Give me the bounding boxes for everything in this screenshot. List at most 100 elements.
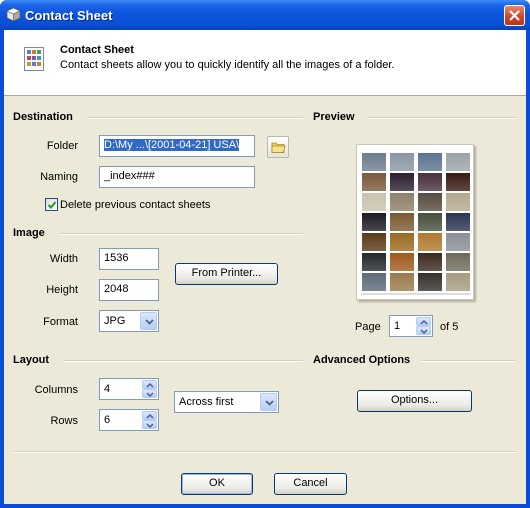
arrow-up-icon [146,383,154,388]
preview-thumbnail [390,153,414,171]
preview-footer [361,293,471,295]
arrow-down-icon [146,423,154,428]
image-separator [60,233,303,235]
rows-label: Rows [50,415,78,427]
preview-thumbnail [446,253,470,271]
folder-value: D:\My ...\[2001-04-21] USA\ [104,139,240,151]
delete-previous-label[interactable]: Delete previous contact sheets [60,199,210,211]
folder-label: Folder [46,140,78,152]
page-value: 1 [394,320,401,332]
preview-thumbnail [362,273,386,291]
order-select[interactable]: Across first [174,391,279,413]
order-dropdown-button[interactable] [260,393,277,411]
preview-thumbnail [390,253,414,271]
preview-thumbnail [390,173,414,191]
width-label: Width [49,253,78,265]
contact-sheet-icon [24,47,44,71]
preview-thumbnail [418,153,442,171]
naming-input[interactable]: _index### [99,166,255,188]
page-spinner[interactable]: 1 [389,315,433,337]
ok-button[interactable]: OK [181,473,253,495]
advanced-options-separator [422,360,516,362]
preview-thumbnail [390,193,414,211]
preview-thumbnail [390,213,414,231]
page-label: Page [355,321,381,333]
arrow-down-icon [146,392,154,397]
format-dropdown-button[interactable] [140,312,157,330]
preview-thumbnail [418,173,442,191]
destination-section-title: Destination [13,111,73,123]
preview-thumbnail [418,193,442,211]
footer-separator [14,451,516,453]
contact-sheet-preview [356,144,474,300]
from-printer-button[interactable]: From Printer... [175,263,278,285]
preview-thumbnail [418,233,442,251]
rows-increment-button[interactable] [142,411,157,420]
close-button[interactable] [504,5,525,26]
preview-thumbnail [362,173,386,191]
preview-thumbnail [446,153,470,171]
preview-thumbnail [390,233,414,251]
preview-thumbnail [362,233,386,251]
contact-sheet-window: Contact Sheet Contact Sheet Contact shee… [0,0,530,508]
preview-thumbnail [362,213,386,231]
checkmark-icon [47,201,57,209]
preview-thumbnail [446,173,470,191]
preview-thumbnail [418,273,442,291]
columns-spinner[interactable]: 4 [99,378,159,400]
header-title: Contact Sheet [60,44,134,56]
height-label: Height [46,284,78,296]
rows-spinner[interactable]: 6 [99,409,159,431]
preview-thumbnail [362,193,386,211]
dialog-header: Contact Sheet Contact sheets allow you t… [4,30,526,96]
preview-thumbnail [390,273,414,291]
preview-separator [367,117,516,119]
arrow-up-icon [146,414,154,419]
image-section-title: Image [13,227,45,239]
columns-increment-button[interactable] [142,380,157,389]
columns-label: Columns [34,384,78,396]
page-decrement-button[interactable] [416,326,431,335]
chevron-down-icon [145,319,154,325]
order-value: Across first [179,396,234,408]
page-increment-button[interactable] [416,317,431,326]
dialog-body: Contact Sheet Contact sheets allow you t… [4,30,526,504]
preview-thumbnail [418,253,442,271]
preview-thumbnail [418,213,442,231]
chevron-down-icon [265,400,274,406]
height-input[interactable]: 2048 [99,279,159,301]
advanced-options-section-title: Advanced Options [313,354,411,366]
format-select[interactable]: JPG [99,310,159,332]
close-icon [509,10,520,21]
rows-value: 6 [104,414,111,426]
header-description: Contact sheets allow you to quickly iden… [60,59,395,71]
preview-section-title: Preview [313,111,355,123]
options-button[interactable]: Options... [357,390,472,412]
columns-decrement-button[interactable] [142,389,157,398]
title-bar[interactable]: Contact Sheet [0,0,530,30]
layout-separator [64,360,303,362]
columns-value: 4 [104,383,111,395]
cube-icon [6,7,21,22]
cancel-button[interactable]: Cancel [274,473,347,495]
naming-label: Naming [40,171,78,183]
width-input[interactable]: 1536 [99,248,159,270]
layout-section-title: Layout [13,354,50,366]
rows-decrement-button[interactable] [142,420,157,429]
delete-previous-checkbox[interactable] [45,198,58,211]
arrow-down-icon [420,329,428,334]
format-value: JPG [104,315,126,327]
preview-thumbnail [446,233,470,251]
preview-thumbnail [446,193,470,211]
page-count-label: of 5 [440,321,459,333]
browse-folder-button[interactable] [267,136,289,158]
window-title: Contact Sheet [25,8,113,23]
preview-thumbnail [362,253,386,271]
format-label: Format [43,316,78,328]
destination-separator [88,117,303,119]
preview-thumbnail [446,273,470,291]
arrow-up-icon [420,320,428,325]
preview-thumbnail [446,213,470,231]
preview-thumbnail [362,153,386,171]
folder-input[interactable]: D:\My ...\[2001-04-21] USA\ [99,135,255,157]
